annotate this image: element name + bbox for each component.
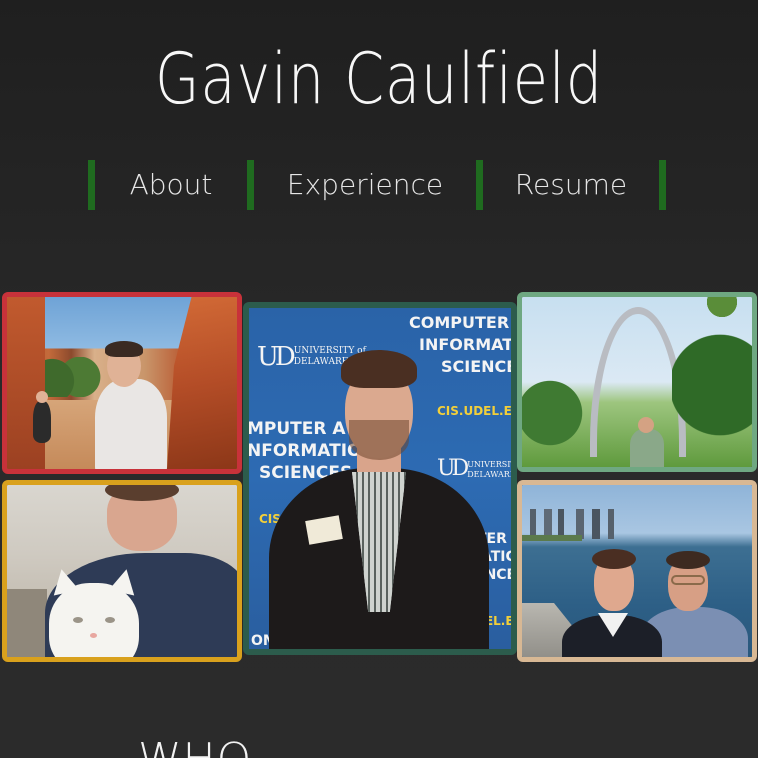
photo-gateway-arch [517,292,757,472]
photo-portrait-banner: UD UNIVERSITY of DELAWARE. COMPUTER INFORM… [243,302,517,655]
photo-image: UD UNIVERSITY of DELAWARE. COMPUTER INFORM… [249,308,511,649]
nav-experience-link[interactable]: Experience [254,160,476,210]
section-heading: WHO [138,738,252,758]
site-title: Gavin Caulfield [155,38,603,120]
nav-divider [247,159,254,210]
photo-image [7,297,237,469]
university-logo: UDUNIVERSITY ofDELAWARE. [437,456,517,481]
nav-divider [659,159,666,210]
photo-with-cat [2,480,242,662]
photo-image [7,485,237,657]
nav-resume-link[interactable]: Resume [483,160,659,210]
main-nav: About Experience Resume [88,157,672,212]
page: Gavin Caulfield About Experience Resume [0,0,758,758]
photo-canyon-hike [2,292,242,474]
photo-image [522,485,752,657]
photo-lakefront-selfie [517,480,757,662]
photo-image [522,297,752,467]
nav-about-link[interactable]: About [95,160,247,210]
nav-divider [88,159,95,210]
nav-divider [476,159,483,210]
